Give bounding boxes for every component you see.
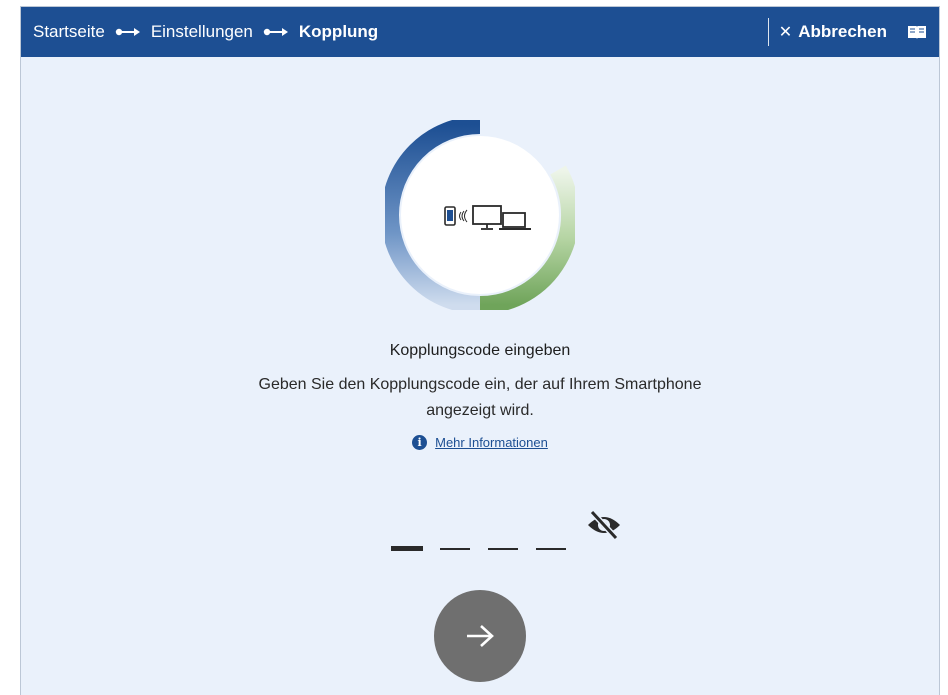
breadcrumb-separator-icon (115, 27, 141, 37)
description-line: angezeigt wird. (426, 402, 534, 419)
app-window: Startseite Einstellungen Kopplung ✕ Abbr… (20, 6, 940, 695)
page-title: Kopplungscode eingeben (389, 342, 571, 359)
description-line: Geben Sie den Kopplungscode ein, der auf… (258, 376, 702, 393)
code-slot[interactable] (488, 548, 518, 550)
breadcrumb-item-pairing: Kopplung (298, 22, 379, 41)
code-slot[interactable] (440, 548, 470, 550)
eye-off-icon[interactable] (584, 507, 624, 548)
breadcrumb-item-settings[interactable]: Einstellungen (151, 22, 253, 42)
code-slot[interactable] (536, 548, 566, 550)
breadcrumb-separator-icon (263, 27, 289, 37)
breadcrumb: Startseite Einstellungen Kopplung (21, 22, 768, 42)
divider (767, 18, 769, 46)
more-info-row: i Mehr Informationen (21, 435, 939, 450)
next-button[interactable] (434, 590, 526, 682)
topbar-actions: ✕ Abbrechen (767, 7, 939, 57)
code-slot-active[interactable] (391, 546, 423, 551)
info-icon: i (412, 435, 428, 450)
cancel-label: Abbrechen (798, 22, 887, 41)
pairing-progress-ring (381, 116, 580, 314)
breadcrumb-item-home[interactable]: Startseite (33, 22, 105, 42)
cancel-button[interactable]: ✕ Abbrechen (779, 22, 887, 42)
arrow-right-icon (467, 625, 494, 647)
smartphone-to-computer-icon (433, 202, 543, 237)
top-bar: Startseite Einstellungen Kopplung ✕ Abbr… (21, 7, 939, 57)
more-info-link[interactable]: Mehr Informationen (435, 435, 548, 450)
book-icon[interactable] (907, 24, 927, 40)
pairing-description: Geben Sie den Kopplungscode ein, der auf… (21, 372, 939, 424)
close-icon: ✕ (778, 24, 793, 41)
